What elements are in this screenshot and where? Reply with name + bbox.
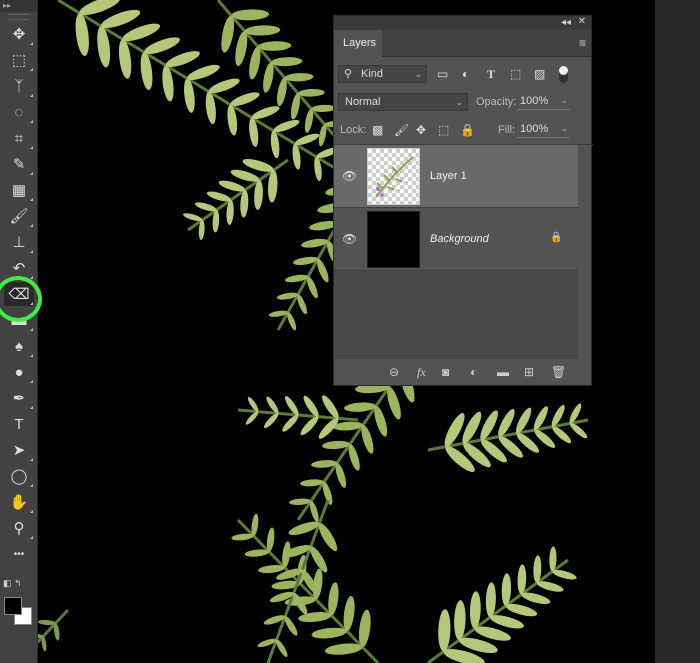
chevron-down-icon: ⌄ xyxy=(455,97,463,107)
adjustment-layer-icon[interactable]: ◐ xyxy=(470,365,477,379)
layers-panel: ◂◂ ✕ Layers ≡ ⚲ Kind ⌄ ▭ ◐ T ⬚ ▨ Normal … xyxy=(333,15,593,386)
filter-adjustment-icon[interactable]: ◐ xyxy=(462,67,469,81)
filter-smart-object-icon[interactable]: ▨ xyxy=(534,67,545,81)
layers-list: 👁 Layer 1 👁 Background 🔒 xyxy=(334,145,578,373)
fill-label: Fill: xyxy=(498,124,516,136)
lasso-tool[interactable]: ᛉ xyxy=(4,74,34,98)
path-selection-tool[interactable]: ➤ xyxy=(4,438,34,462)
toolbar-grip[interactable] xyxy=(8,14,29,20)
gradient-tool[interactable]: ▬ xyxy=(4,308,34,332)
layer-thumbnail xyxy=(367,211,420,268)
pen-tool[interactable]: ✒ xyxy=(4,386,34,410)
eyedropper-tool[interactable]: ✎ xyxy=(4,152,34,176)
fill-input[interactable]: 100% ⌄ xyxy=(517,123,570,138)
type-tool[interactable]: T xyxy=(4,412,34,436)
more-tools[interactable]: ••• xyxy=(4,542,34,566)
tools-panel: ▸▸ ✥ ⬚ ᛉ ◌ ⌗ ✎ ▦ 🖌 ⊥ ↶ ⌫ ▬ ♠ ● ✒ T ➤ ◯ ✋ ⚲ ••• ◧ ↰ xyxy=(0,0,38,663)
layer-row-background[interactable]: 👁 Background 🔒 xyxy=(334,208,578,271)
eye-icon[interactable]: 👁 xyxy=(342,169,357,183)
move-tool[interactable]: ✥ xyxy=(4,22,34,46)
layers-scrollbar[interactable] xyxy=(578,145,591,373)
zoom-tool[interactable]: ⚲ xyxy=(4,516,34,540)
fill-value: 100% xyxy=(520,123,549,135)
stamp-tool[interactable]: ⊥ xyxy=(4,230,34,254)
fern-frond xyxy=(38,608,70,652)
delete-layer-icon[interactable]: 🗑 xyxy=(551,365,566,379)
lock-label: Lock: xyxy=(340,124,367,136)
blur-tool[interactable]: ♠ xyxy=(4,334,34,358)
chevron-down-icon[interactable]: ⌄ xyxy=(560,123,568,134)
dodge-tool[interactable]: ● xyxy=(4,360,34,384)
brush-tool[interactable]: 🖌 xyxy=(4,204,34,228)
fern-frond xyxy=(427,546,577,663)
chevron-down-icon: ⌄ xyxy=(414,69,422,79)
layer-style-icon[interactable]: fx xyxy=(417,365,426,380)
fern-frond xyxy=(427,403,589,473)
panel-titlebar[interactable]: ◂◂ ✕ xyxy=(334,16,591,30)
tab-layers[interactable]: Layers xyxy=(334,30,382,57)
fern-frond xyxy=(183,158,289,240)
fern-frond xyxy=(257,499,338,663)
new-layer-icon[interactable]: ⊞ xyxy=(524,365,534,379)
close-panel-icon[interactable]: ✕ xyxy=(578,16,586,27)
filter-shape-icon[interactable]: ⬚ xyxy=(510,67,521,81)
panel-menu-icon[interactable]: ≡ xyxy=(579,36,586,50)
layer-name[interactable]: Layer 1 xyxy=(430,170,467,182)
layers-footer: ⊖ fx ◙ ◐ ▬ ⊞ 🗑 xyxy=(334,359,591,385)
marquee-tool[interactable]: ⬚ xyxy=(4,48,34,72)
workspace-background xyxy=(655,0,700,663)
fern-frond xyxy=(231,513,380,663)
chevron-down-icon[interactable]: ⌄ xyxy=(560,95,568,106)
opacity-input[interactable]: 100% ⌄ xyxy=(517,95,570,110)
filter-kind-select[interactable]: ⚲ Kind ⌄ xyxy=(338,65,427,83)
layer-row-layer-1[interactable]: 👁 Layer 1 xyxy=(334,145,578,208)
search-icon: ⚲ xyxy=(344,68,353,80)
lock-artboard-icon[interactable]: ⬚ xyxy=(438,123,449,137)
filter-toggle[interactable] xyxy=(559,66,568,83)
foreground-color-swatch[interactable] xyxy=(4,597,22,615)
blend-mode-value: Normal xyxy=(345,96,381,108)
hand-tool[interactable]: ✋ xyxy=(4,490,34,514)
eye-icon[interactable]: 👁 xyxy=(342,232,357,246)
filter-pixel-icon[interactable]: ▭ xyxy=(437,67,448,81)
collapse-toolbar-icon[interactable]: ▸▸ xyxy=(0,0,37,12)
layer-thumbnail xyxy=(367,148,420,205)
crop-tool[interactable]: ⌗ xyxy=(4,126,34,150)
filter-kind-value: Kind xyxy=(361,68,384,80)
layer-name[interactable]: Background xyxy=(430,233,489,245)
fern-frond xyxy=(237,395,359,439)
lock-position-icon[interactable]: ✥ xyxy=(416,123,426,137)
lock-transparent-pixels-icon[interactable]: ▩ xyxy=(372,123,383,137)
link-layers-icon[interactable]: ⊖ xyxy=(389,365,399,379)
lock-icon[interactable]: 🔒 xyxy=(550,232,562,243)
opacity-label: Opacity: xyxy=(476,96,517,108)
swap-colors-icon[interactable]: ◧ ↰ xyxy=(3,578,22,589)
lock-all-icon[interactable]: 🔒 xyxy=(460,123,475,137)
opacity-value: 100% xyxy=(520,95,549,107)
quick-selection-tool[interactable]: ◌ xyxy=(4,100,34,124)
add-mask-icon[interactable]: ◙ xyxy=(442,365,449,379)
ellipse-tool[interactable]: ◯ xyxy=(4,464,34,488)
history-brush-tool[interactable]: ↶ xyxy=(4,256,34,280)
filter-type-icon[interactable]: T xyxy=(487,67,495,81)
collapse-panel-icon[interactable]: ◂◂ xyxy=(561,17,571,28)
healing-brush-tool[interactable]: ▦ xyxy=(4,178,34,202)
new-group-icon[interactable]: ▬ xyxy=(497,365,509,379)
fern-frond xyxy=(57,0,340,181)
blend-mode-select[interactable]: Normal ⌄ xyxy=(338,93,468,111)
eraser-tool[interactable]: ⌫ xyxy=(4,282,34,306)
lock-image-pixels-icon[interactable]: 🖌 xyxy=(394,123,409,137)
